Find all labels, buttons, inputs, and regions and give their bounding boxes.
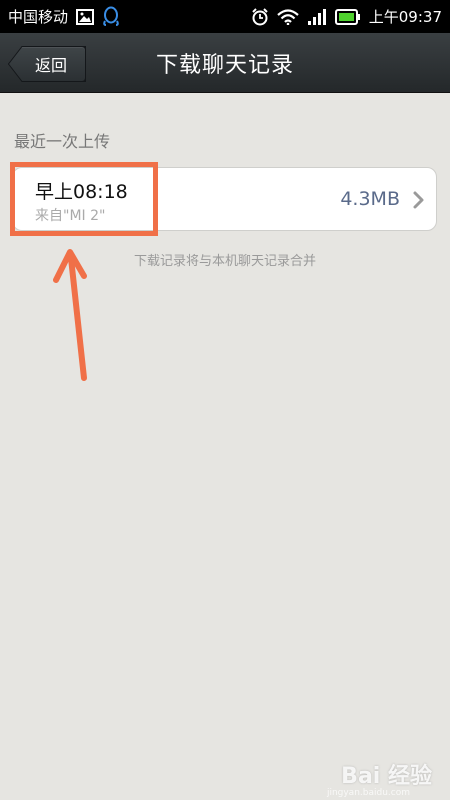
- qq-icon: [102, 6, 120, 28]
- image-icon: [76, 8, 95, 25]
- wifi-icon: [277, 8, 299, 25]
- section-label: 最近一次上传: [14, 132, 111, 151]
- watermark-brand: Bai 经验: [341, 764, 432, 789]
- carrier-name: 中国移动: [8, 8, 69, 26]
- watermark-logo: Bai 经验: [341, 758, 432, 790]
- status-time: 上午09:37: [368, 8, 442, 26]
- status-bar-left: 中国移动: [8, 6, 120, 28]
- signal-icon: [307, 8, 327, 26]
- record-item[interactable]: 早上08:18 来自"MI 2" 4.3MB: [12, 167, 437, 231]
- page-title: 下载聊天记录: [155, 53, 294, 78]
- chevron-right-icon: [413, 191, 424, 209]
- record-source: 来自"MI 2": [35, 208, 106, 224]
- battery-icon: [334, 8, 361, 25]
- status-bar: 中国移动 上午09:37: [0, 0, 450, 33]
- arrow-annotation-icon: [53, 249, 87, 381]
- status-bar-right: 上午09:37: [251, 6, 442, 27]
- record-size: 4.3MB: [340, 188, 400, 210]
- watermark-url: jingyan.baidu.com: [326, 788, 410, 798]
- record-time: 早上08:18: [35, 181, 128, 203]
- alarm-icon: [251, 7, 269, 26]
